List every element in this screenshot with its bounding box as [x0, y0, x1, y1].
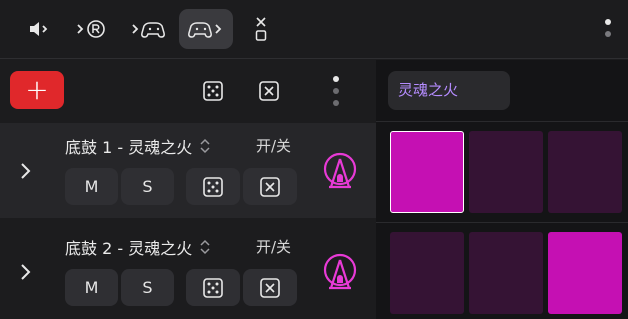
randomize-track-button[interactable]	[186, 269, 240, 306]
add-track-button[interactable]: +	[10, 71, 64, 109]
speaker-arrow-icon	[30, 22, 48, 36]
pattern-name-tab[interactable]: 灵魂之火	[388, 71, 510, 110]
chevron-updown-icon	[200, 239, 210, 255]
track-row-2[interactable]: 底鼓 2 - 灵魂之火 开/关 M S	[0, 224, 376, 319]
ferris-wheel-icon	[323, 253, 357, 290]
clear-all-button[interactable]	[251, 73, 287, 109]
vertical-dots-icon	[605, 19, 611, 37]
track-name: 底鼓 2 - 灵魂之火	[65, 239, 193, 258]
gamepad-arrow-out-button[interactable]	[179, 9, 233, 49]
track-name-selector[interactable]: 底鼓 1 - 灵魂之火	[65, 134, 212, 158]
solo-button[interactable]: S	[121, 168, 174, 205]
expand-track-button[interactable]	[0, 224, 52, 319]
track-onoff-label: 开/关	[256, 238, 292, 256]
step-cell[interactable]	[548, 131, 622, 213]
add-icon: +	[25, 73, 49, 106]
square-x-icon	[260, 277, 280, 298]
mute-label: M	[84, 177, 99, 196]
chevron-right-icon	[21, 263, 31, 280]
toolbar-more-button[interactable]	[598, 14, 618, 44]
step-cell[interactable]	[469, 131, 543, 213]
dice-icon	[203, 176, 223, 197]
x-stack-icon	[255, 17, 267, 41]
randomize-track-button[interactable]	[186, 168, 240, 205]
chevron-updown-icon	[200, 138, 210, 154]
x-stack-button[interactable]	[234, 9, 288, 49]
dice-icon	[203, 277, 223, 298]
solo-button[interactable]: S	[121, 269, 174, 306]
randomize-all-button[interactable]	[195, 73, 231, 109]
step-cell[interactable]	[469, 232, 543, 314]
gamepad-arrow-out-icon	[188, 22, 222, 38]
speaker-arrow-button[interactable]	[11, 9, 65, 49]
registered-arrow-icon	[77, 20, 105, 38]
row-divider	[376, 222, 628, 223]
mute-label: M	[84, 278, 99, 297]
track-instrument-button[interactable]	[316, 148, 364, 198]
track-onoff-label: 开/关	[256, 137, 292, 155]
clear-track-button[interactable]	[243, 168, 297, 205]
solo-label: S	[142, 177, 153, 196]
clear-track-button[interactable]	[243, 269, 297, 306]
mute-button[interactable]: M	[65, 168, 118, 205]
track-instrument-button[interactable]	[316, 249, 364, 299]
expand-track-button[interactable]	[0, 123, 52, 218]
track-name: 底鼓 1 - 灵魂之火	[65, 138, 193, 157]
pattern-name: 灵魂之火	[398, 81, 459, 99]
track-name-selector[interactable]: 底鼓 2 - 灵魂之火	[65, 235, 212, 259]
top-toolbar	[0, 0, 628, 59]
registered-arrow-button[interactable]	[65, 9, 119, 49]
square-x-icon	[260, 176, 280, 197]
square-x-icon	[259, 81, 279, 101]
step-cell[interactable]	[390, 232, 464, 314]
dice-icon	[203, 81, 223, 101]
chevron-right-icon	[21, 162, 31, 179]
solo-label: S	[142, 278, 153, 297]
header-more-button[interactable]	[326, 72, 346, 112]
row-divider	[376, 121, 628, 122]
gamepad-arrow-icon	[132, 22, 165, 38]
ferris-wheel-icon	[323, 152, 357, 189]
mute-button[interactable]: M	[65, 269, 118, 306]
track-row-1[interactable]: 底鼓 1 - 灵魂之火 开/关 M S	[0, 123, 376, 218]
gamepad-arrow-button[interactable]	[122, 9, 176, 49]
step-cell[interactable]	[548, 232, 622, 314]
vertical-dots-icon	[333, 76, 339, 106]
step-cell[interactable]	[390, 131, 464, 213]
